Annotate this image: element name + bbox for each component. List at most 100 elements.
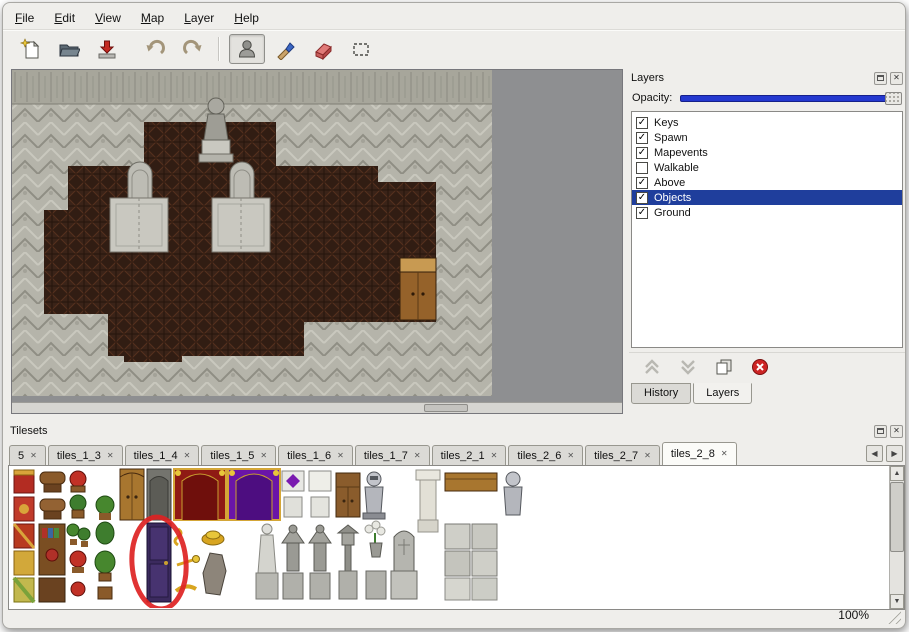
new-map-button[interactable] — [13, 34, 49, 64]
layer-visibility-checkbox[interactable]: ✓ — [636, 177, 648, 189]
layer-visibility-checkbox[interactable]: ✓ — [636, 192, 648, 204]
menu-layer[interactable]: Layer — [184, 11, 214, 25]
opacity-slider-track[interactable] — [680, 95, 902, 102]
layer-name: Above — [654, 177, 685, 189]
selection-rectangle-icon — [350, 38, 372, 60]
lower-layer-icon — [678, 359, 698, 375]
layer-visibility-checkbox[interactable] — [636, 162, 648, 174]
tab-history[interactable]: History — [631, 383, 691, 404]
tileset-tab-tiles_2_1[interactable]: tiles_2_1 ✕ — [432, 445, 507, 465]
paint-tool-button[interactable] — [267, 34, 303, 64]
undo-button[interactable] — [137, 34, 173, 64]
layers-close-button[interactable]: ✕ — [890, 72, 903, 85]
lower-layer-button[interactable] — [677, 357, 699, 377]
tile-tombstone[interactable] — [391, 531, 417, 599]
layer-visibility-checkbox[interactable]: ✓ — [636, 132, 648, 144]
tab-close-icon[interactable]: ✕ — [107, 452, 114, 460]
open-map-button[interactable] — [51, 34, 87, 64]
tileset-tab-5[interactable]: 5 ✕ — [9, 445, 46, 465]
tilesets-float-button[interactable] — [874, 425, 887, 438]
layer-visibility-checkbox[interactable]: ✓ — [636, 117, 648, 129]
tileset-tab-label: tiles_1_7 — [364, 450, 408, 462]
tab-close-icon[interactable]: ✕ — [414, 452, 421, 460]
tab-scroll-right-button[interactable]: ▶ — [886, 445, 903, 462]
event-tool-button[interactable] — [229, 34, 265, 64]
tileset-tab-tiles_2_6[interactable]: tiles_2_6 ✕ — [508, 445, 583, 465]
layer-row-mapevents[interactable]: ✓ Mapevents — [632, 145, 902, 160]
tab-layers[interactable]: Layers — [693, 383, 752, 404]
redo-button[interactable] — [175, 34, 211, 64]
layer-visibility-checkbox[interactable]: ✓ — [636, 147, 648, 159]
tile-brown-cabinet[interactable] — [120, 469, 144, 520]
tileset-tab-label: tiles_1_6 — [287, 450, 331, 462]
tile-armor-2[interactable] — [504, 472, 522, 515]
tab-close-icon[interactable]: ✕ — [184, 452, 191, 460]
tilesets-dock: Tilesets ✕ 5 ✕ tiles_1_3 ✕ tiles_1_4 ✕ t… — [8, 422, 905, 612]
tab-close-icon[interactable]: ✕ — [491, 452, 498, 460]
layer-name: Ground — [654, 207, 691, 219]
tile-stone-door[interactable] — [147, 469, 171, 520]
layer-row-objects[interactable]: ✓ Objects — [632, 190, 902, 205]
tileset-tab-tiles_1_5[interactable]: tiles_1_5 ✕ — [201, 445, 276, 465]
menu-view[interactable]: View — [95, 11, 121, 25]
tile-red-throne[interactable] — [174, 469, 226, 520]
map-horizontal-scrollbar[interactable] — [12, 402, 622, 413]
layer-row-ground[interactable]: ✓ Ground — [632, 205, 902, 220]
tileset-tab-label: tiles_2_7 — [594, 450, 638, 462]
tileset-tab-tiles_1_3[interactable]: tiles_1_3 ✕ — [48, 445, 123, 465]
tab-close-icon[interactable]: ✕ — [337, 452, 344, 460]
opacity-slider-handle[interactable] — [885, 92, 902, 105]
eraser-tool-button[interactable] — [305, 34, 341, 64]
layer-row-spawn[interactable]: ✓ Spawn — [632, 130, 902, 145]
tab-close-icon[interactable]: ✕ — [260, 452, 267, 460]
tab-scroll-left-button[interactable]: ◀ — [866, 445, 883, 462]
tab-close-icon[interactable]: ✕ — [30, 452, 37, 460]
tilesets-titlebar: Tilesets ✕ — [8, 422, 905, 440]
tile-sideboard[interactable] — [336, 473, 360, 517]
tileset-palette[interactable] — [10, 467, 880, 608]
layer-row-walkable[interactable]: Walkable — [632, 160, 902, 175]
save-map-button[interactable] — [89, 34, 125, 64]
tileset-vertical-scrollbar[interactable]: ▲ ▼ — [889, 466, 904, 609]
opacity-slider[interactable] — [680, 91, 902, 105]
raise-layer-button[interactable] — [641, 357, 663, 377]
layer-name: Keys — [654, 117, 678, 129]
tile-purple-throne[interactable] — [228, 469, 280, 520]
scroll-down-button[interactable]: ▼ — [890, 594, 904, 609]
tileset-tab-tiles_1_4[interactable]: tiles_1_4 ✕ — [125, 445, 200, 465]
tileset-tab-tiles_2_8[interactable]: tiles_2_8 ✕ — [662, 442, 737, 465]
menu-edit[interactable]: Edit — [54, 11, 75, 25]
tilesets-close-button[interactable]: ✕ — [890, 425, 903, 438]
tile-banners[interactable] — [14, 470, 34, 602]
tab-close-icon[interactable]: ✕ — [721, 450, 728, 458]
layers-dock-tabs: History Layers — [629, 383, 905, 404]
map-view[interactable] — [11, 69, 623, 414]
menu-help[interactable]: Help — [234, 11, 259, 25]
map-canvas[interactable] — [12, 70, 492, 396]
layer-row-keys[interactable]: ✓ Keys — [632, 115, 902, 130]
tile-purple-door[interactable] — [147, 523, 171, 602]
layers-panel-title: Layers — [631, 72, 871, 84]
tab-close-icon[interactable]: ✕ — [567, 452, 574, 460]
tileset-tab-tiles_1_7[interactable]: tiles_1_7 ✕ — [355, 445, 430, 465]
layer-visibility-checkbox[interactable]: ✓ — [636, 207, 648, 219]
map-hscroll-thumb[interactable] — [424, 404, 468, 412]
menu-map[interactable]: Map — [141, 11, 164, 25]
tab-close-icon[interactable]: ✕ — [644, 452, 651, 460]
layer-row-above[interactable]: ✓ Above — [632, 175, 902, 190]
delete-layer-button[interactable] — [749, 357, 771, 377]
tileset-tab-tiles_1_6[interactable]: tiles_1_6 ✕ — [278, 445, 353, 465]
tile-wooden-counter[interactable] — [445, 473, 497, 491]
resize-grip[interactable] — [887, 610, 901, 624]
scroll-up-button[interactable]: ▲ — [890, 466, 904, 481]
duplicate-layer-button[interactable] — [713, 357, 735, 377]
zoom-level: 100% — [838, 608, 869, 622]
tileset-tab-tiles_2_7[interactable]: tiles_2_7 ✕ — [585, 445, 660, 465]
tileset-vscroll-thumb[interactable] — [890, 482, 904, 552]
tile-ivory-monument[interactable] — [416, 470, 440, 532]
select-tool-button[interactable] — [343, 34, 379, 64]
layers-float-button[interactable] — [874, 72, 887, 85]
menu-file[interactable]: File — [15, 11, 34, 25]
menubar: File Edit View Map Layer Help — [15, 11, 259, 25]
tilesets-panel-title: Tilesets — [10, 425, 871, 437]
